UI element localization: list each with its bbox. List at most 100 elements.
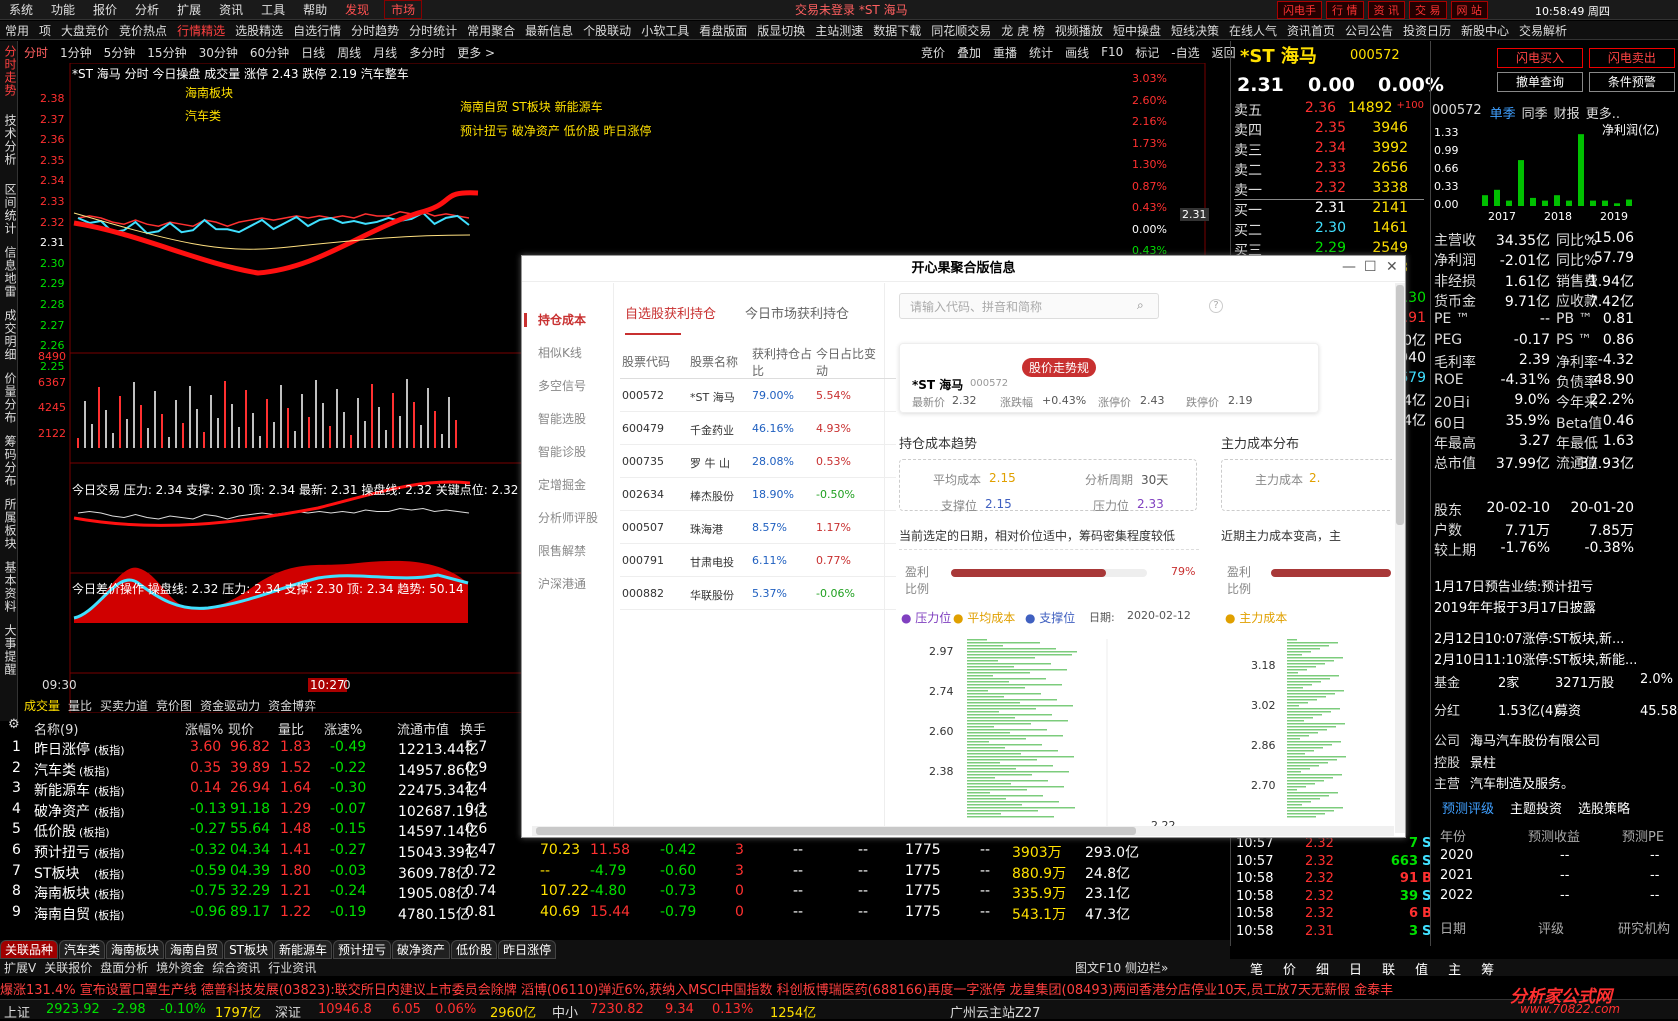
func-item[interactable]: 数据下载 [868, 22, 926, 39]
table-header[interactable]: 现价 [228, 719, 254, 739]
dialog-nav-item[interactable]: 定增掘金 [538, 476, 586, 493]
sector-tab[interactable]: 海南板块 [106, 940, 165, 959]
func-item[interactable]: 版显切换 [752, 22, 810, 39]
trend-pill[interactable]: 股价走势规 [1022, 358, 1097, 377]
lower-tab[interactable]: 资金博弈 [264, 697, 320, 714]
prediction-tab[interactable]: 预测评级 [1442, 798, 1494, 817]
help-icon[interactable]: ? [1209, 299, 1223, 313]
detail-tab[interactable]: 价 [1273, 959, 1306, 978]
period-tab[interactable]: 周线 [331, 44, 367, 61]
menu-extend[interactable]: 扩展 [168, 1, 210, 18]
left-tab[interactable]: 筹码分布 [2, 435, 19, 487]
func-item[interactable]: 最新信息 [520, 22, 578, 39]
news-button[interactable]: 资 讯 [1367, 0, 1405, 19]
minimize-icon[interactable]: — [1342, 259, 1356, 275]
sector-tab[interactable]: ST板块 [224, 940, 274, 959]
dialog-nav-item[interactable]: 持仓成本 [538, 311, 586, 328]
period-tab[interactable]: 分时 [18, 44, 54, 61]
holding-col[interactable]: 今日占比变动 [816, 345, 878, 379]
func-item[interactable]: 在线人气 [1224, 22, 1282, 39]
period-tab[interactable]: 月线 [367, 44, 403, 61]
f10-sidebar-toggle[interactable]: 图文F10 侧边栏» [1075, 959, 1168, 976]
func-item[interactable]: 短线决策 [1166, 22, 1224, 39]
close-icon[interactable]: ✕ [1386, 259, 1398, 275]
period-tab[interactable]: 15分钟 [141, 44, 192, 61]
left-tab[interactable]: 基本资料 [2, 561, 19, 613]
dialog-nav-item[interactable]: 智能诊股 [538, 443, 586, 460]
sector-tab[interactable]: 海南自贸 [165, 940, 224, 959]
func-item[interactable]: 投资日历 [1398, 22, 1456, 39]
menu-tools[interactable]: 工具 [252, 1, 294, 18]
func-item[interactable]: 看盘版面 [694, 22, 752, 39]
ask-row[interactable]: 卖五 2.36 14892 +100 [1234, 100, 1424, 120]
detail-tab[interactable]: 值 [1405, 959, 1438, 978]
left-tab[interactable]: 技术分析 [2, 114, 19, 166]
left-tab[interactable]: 信息地雷 [2, 246, 19, 298]
chart-tool[interactable]: F10 [1095, 45, 1129, 59]
func-item[interactable]: 个股联动 [578, 22, 636, 39]
func-item[interactable]: 竞价热点 [114, 22, 172, 39]
func-item[interactable]: 视频播放 [1050, 22, 1108, 39]
holding-row[interactable]: 000791 甘肃电投 6.11% 0.77% [620, 544, 896, 577]
f10-news-item[interactable]: 2019年年报于3月17日披露 [1434, 597, 1674, 616]
func-item[interactable]: 龙 虎 榜 [996, 22, 1050, 39]
link-item[interactable]: 扩展V [0, 959, 40, 976]
menu-quote[interactable]: 报价 [84, 1, 126, 18]
left-tab[interactable]: 大事提醒 [2, 624, 19, 676]
holding-row[interactable]: 600479 千金药业 46.16% 4.93% [620, 412, 896, 445]
dialog-nav-item[interactable]: 智能选股 [538, 410, 586, 427]
lower-tab[interactable]: 成交量 [20, 697, 64, 714]
quote-button[interactable]: 行 情 [1326, 0, 1364, 19]
table-row[interactable]: 9 海南自贸 (板指) -0.96 89.17 1.22 -0.19 4780.15亿 0.81… [0, 902, 1230, 924]
sector-tab[interactable]: 预计扭亏 [333, 940, 392, 959]
bid-row[interactable]: 买一 2.31 2141 [1234, 200, 1424, 220]
left-tab[interactable]: 区间统计 [2, 183, 19, 235]
detail-tab[interactable]: 笔 [1240, 959, 1273, 978]
menu-system[interactable]: 系统 [0, 1, 42, 18]
holding-row[interactable]: 000735 罗 牛 山 28.08% 0.53% [620, 445, 896, 478]
holding-row[interactable]: 002634 棒杰股份 18.90% -0.50% [620, 478, 896, 511]
period-tab[interactable]: 多分时 [403, 44, 451, 61]
table-header[interactable]: 涨速% [324, 719, 362, 739]
f10-news-item[interactable]: 1月17日预告业绩:预计扭亏 [1434, 576, 1674, 595]
lower-tab[interactable]: 买卖力道 [96, 697, 152, 714]
sector-tab[interactable]: 汽车类 [59, 940, 106, 959]
period-tab[interactable]: 更多 > [451, 44, 501, 61]
lower-tab[interactable]: 量比 [64, 697, 96, 714]
period-tab[interactable]: 1分钟 [54, 44, 98, 61]
func-item[interactable]: 小软工具 [636, 22, 694, 39]
table-header[interactable]: 量比 [278, 719, 304, 739]
search-icon[interactable]: ⌕ [1137, 298, 1144, 313]
prediction-tab[interactable]: 选股策略 [1578, 798, 1630, 817]
menu-news[interactable]: 资讯 [210, 1, 252, 18]
menu-help[interactable]: 帮助 [294, 1, 336, 18]
flash-button[interactable]: 闪电手 [1277, 0, 1322, 19]
chart-tool[interactable]: 标记 [1129, 44, 1165, 61]
detail-tab[interactable]: 筹 [1471, 959, 1504, 978]
table-header[interactable]: 名称(9) [34, 719, 78, 739]
search-input[interactable]: 请输入代码、拼音和简称 [899, 293, 1159, 319]
table-header[interactable]: 换手 [460, 719, 486, 739]
f10-news-item[interactable]: 2月10日11:10涨停:ST板块,新能... [1434, 649, 1674, 668]
dialog-nav-item[interactable]: 多空信号 [538, 377, 586, 394]
sector-tab[interactable]: 昨日涨停 [498, 940, 557, 959]
dialog-nav-item[interactable]: 相似K线 [538, 344, 582, 361]
left-tab[interactable]: 分时走势 [2, 45, 19, 97]
period-tab[interactable]: 30分钟 [193, 44, 244, 61]
table-header[interactable]: 流通市值 [397, 719, 449, 739]
holding-col[interactable]: 股票代码 [622, 353, 682, 370]
period-tab[interactable]: 60分钟 [244, 44, 295, 61]
chart-tool[interactable]: 统计 [1023, 44, 1059, 61]
lower-tab[interactable]: 竞价图 [152, 697, 196, 714]
left-tab[interactable]: 所属板块 [2, 498, 19, 550]
link-item[interactable]: 关联报价 [40, 959, 96, 976]
dialog-nav-item[interactable]: 限售解禁 [538, 542, 586, 559]
func-item[interactable]: 大盘竞价 [56, 22, 114, 39]
func-item[interactable]: 常用 [0, 22, 34, 39]
chart-tool[interactable]: 画线 [1059, 44, 1095, 61]
ask-row[interactable]: 卖三 2.34 3992 [1234, 140, 1424, 160]
website-button[interactable]: 网 站 [1450, 0, 1488, 19]
news-ticker[interactable]: 爆涨131.4% 宣布设置口罩生产线 德普科技发展(03823):联交所日内建议… [0, 977, 1678, 997]
lower-tab[interactable]: 资金驱动力 [196, 697, 264, 714]
func-item[interactable]: 公司公告 [1340, 22, 1398, 39]
